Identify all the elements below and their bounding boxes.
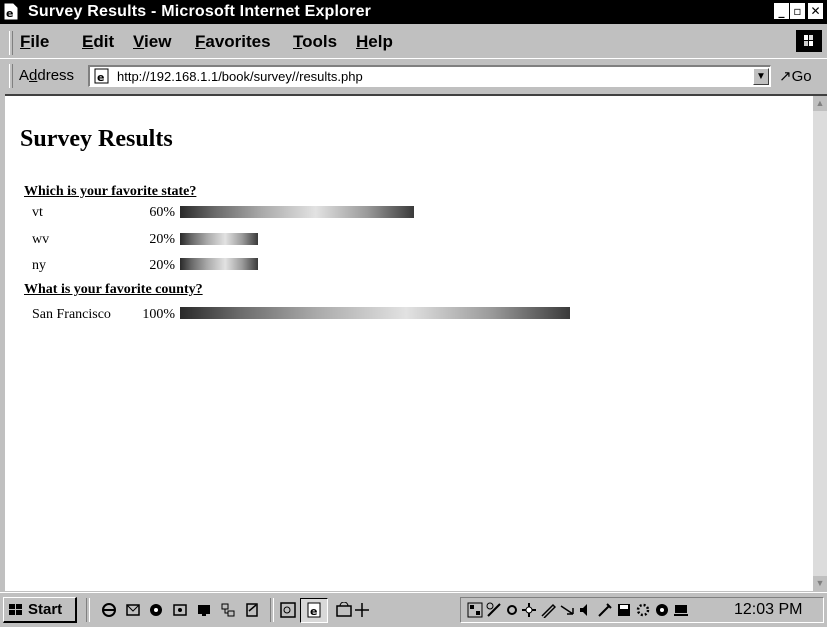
windows-logo-throbber-icon <box>796 30 822 52</box>
title-bar[interactable]: e Survey Results - Microsoft Internet Ex… <box>0 0 827 24</box>
svg-text:e: e <box>6 7 13 20</box>
start-label: Start <box>28 601 63 618</box>
page-title: Survey Results <box>20 126 173 152</box>
answer-percent: 20% <box>149 258 175 273</box>
menu-edit[interactable]: Edit <box>82 32 114 52</box>
result-bar <box>180 307 570 319</box>
answer-percent: 20% <box>149 232 175 247</box>
answer-label: vt <box>32 205 43 220</box>
tray-gear-icon[interactable] <box>635 602 651 618</box>
notepad-icon[interactable] <box>244 602 260 618</box>
menu-file[interactable]: File <box>20 32 49 52</box>
taskbar-separator <box>270 598 274 622</box>
resize-icon[interactable] <box>354 602 370 618</box>
toolbar-grip[interactable] <box>9 64 13 88</box>
address-label: Address <box>19 67 75 84</box>
minimize-button[interactable]: _ <box>774 3 789 19</box>
svg-text:e: e <box>97 71 104 84</box>
address-input[interactable]: e http://192.168.1.1/book/survey//result… <box>88 65 771 87</box>
menu-view[interactable]: View <box>133 32 171 52</box>
tray-brush-icon[interactable] <box>597 602 613 618</box>
network-icon[interactable] <box>220 602 236 618</box>
window-icon[interactable] <box>336 602 352 618</box>
taskbar-clock[interactable]: 12:03 PM <box>734 601 802 619</box>
task-button-ie[interactable]: e <box>300 598 328 623</box>
volume-icon[interactable] <box>578 602 594 618</box>
question-heading: What is your favorite county? <box>24 282 203 297</box>
scroll-down-button[interactable]: ▼ <box>813 576 827 591</box>
result-bar <box>180 206 414 218</box>
channels-icon[interactable] <box>148 602 164 618</box>
question-heading: Which is your favorite state? <box>24 184 197 199</box>
paint-icon[interactable] <box>280 602 296 618</box>
ie-browser-icon[interactable] <box>101 602 117 618</box>
address-dropdown-button[interactable]: ▼ <box>753 68 769 85</box>
tray-monitor-icon[interactable] <box>673 602 689 618</box>
tray-circle-icon[interactable] <box>504 602 520 618</box>
menu-help[interactable]: Help <box>356 32 393 52</box>
menu-tools[interactable]: Tools <box>293 32 337 52</box>
outlook-icon[interactable] <box>125 602 141 618</box>
monitor-icon[interactable] <box>196 602 212 618</box>
tray-scheduler-icon[interactable] <box>467 602 483 618</box>
taskbar: Start e 12:03 PM <box>0 592 827 627</box>
tray-eye-icon[interactable] <box>654 602 670 618</box>
tray-pen-icon[interactable] <box>540 602 556 618</box>
maximize-button[interactable]: ▫ <box>790 3 805 19</box>
ie-page-icon: e <box>307 602 321 618</box>
toolbar-grip[interactable] <box>9 31 13 55</box>
menu-favorites[interactable]: Favorites <box>195 32 271 52</box>
tray-disk-icon[interactable] <box>616 602 632 618</box>
start-button[interactable]: Start <box>3 597 77 623</box>
tray-arrow-icon[interactable] <box>559 602 575 618</box>
result-bar <box>180 258 258 270</box>
ie-page-icon: e <box>4 3 18 20</box>
answer-label: San Francisco <box>32 307 111 322</box>
show-desktop-icon[interactable] <box>172 602 188 618</box>
page-content: Survey Results Which is your favorite st… <box>5 94 813 591</box>
address-bar: Address e http://192.168.1.1/book/survey… <box>0 58 827 94</box>
close-button[interactable]: ✕ <box>808 3 823 19</box>
tray-tool-icon[interactable] <box>486 602 502 618</box>
answer-percent: 100% <box>142 307 175 322</box>
vertical-scrollbar[interactable]: ▲ ▼ <box>813 94 827 591</box>
tray-connection-icon[interactable] <box>521 602 537 618</box>
address-url[interactable]: http://192.168.1.1/book/survey//results.… <box>117 69 363 84</box>
taskbar-separator <box>86 598 90 622</box>
menu-bar: File Edit View Favorites Tools Help <box>0 24 827 59</box>
svg-text:e: e <box>310 605 317 618</box>
scroll-up-button[interactable]: ▲ <box>813 96 827 111</box>
go-arrow-icon: ↗ <box>779 68 792 85</box>
result-bar <box>180 233 258 245</box>
answer-label: ny <box>32 258 46 273</box>
go-button[interactable]: ↗Go <box>779 67 812 85</box>
answer-percent: 60% <box>149 205 175 220</box>
ie-page-icon: e <box>94 68 109 84</box>
answer-label: wv <box>32 232 50 247</box>
windows-flag-icon <box>9 604 22 615</box>
window-title: Survey Results - Microsoft Internet Expl… <box>28 3 372 20</box>
